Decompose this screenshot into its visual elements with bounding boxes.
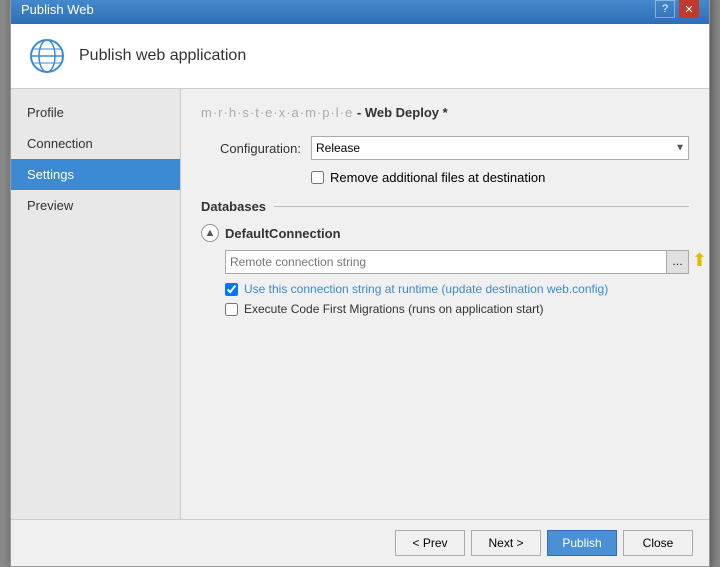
sidebar-item-profile[interactable]: Profile xyxy=(11,97,180,128)
header: Publish web application xyxy=(11,24,709,89)
sidebar-item-settings[interactable]: Settings xyxy=(11,159,180,190)
databases-title: Databases xyxy=(201,199,266,214)
configuration-select-wrapper: Release Debug ▼ xyxy=(311,136,689,160)
use-connection-string-row: Use this connection string at runtime (u… xyxy=(225,282,689,296)
configuration-row: Configuration: Release Debug ▼ xyxy=(201,136,689,160)
databases-divider xyxy=(274,206,689,207)
use-connection-string-label[interactable]: Use this connection string at runtime (u… xyxy=(244,282,608,296)
use-connection-string-checkbox[interactable] xyxy=(225,283,238,296)
title-bar: Publish Web ? ✕ xyxy=(11,0,709,24)
db-input-row: … ⬆ xyxy=(225,250,689,274)
publish-web-dialog: Publish Web ? ✕ Publish web application … xyxy=(10,0,710,567)
next-button[interactable]: Next > xyxy=(471,530,541,556)
remove-files-label[interactable]: Remove additional files at destination xyxy=(330,170,545,185)
remove-files-row: Remove additional files at destination xyxy=(311,170,689,185)
help-button[interactable]: ? xyxy=(655,0,675,18)
sidebar-item-preview[interactable]: Preview xyxy=(11,190,180,221)
window-close-button[interactable]: ✕ xyxy=(679,0,699,18)
footer: < Prev Next > Publish Close xyxy=(11,519,709,566)
prev-button[interactable]: < Prev xyxy=(395,530,465,556)
execute-migrations-row: Execute Code First Migrations (runs on a… xyxy=(225,302,689,316)
main-content: m·r·h·s·t·e·x·a·m·p·l·e - Web Deploy * C… xyxy=(181,89,709,519)
remove-files-checkbox[interactable] xyxy=(311,171,324,184)
sidebar: Profile Connection Settings Preview xyxy=(11,89,181,519)
deploy-title: m·r·h·s·t·e·x·a·m·p·l·e - Web Deploy * xyxy=(201,105,689,120)
browse-icon: … xyxy=(672,256,683,268)
globe-icon xyxy=(27,36,67,76)
window-controls: ? ✕ xyxy=(655,0,699,18)
sidebar-item-connection[interactable]: Connection xyxy=(11,128,180,159)
header-title: Publish web application xyxy=(79,47,246,65)
deploy-type: - Web Deploy * xyxy=(357,105,448,120)
cursor-indicator: ⬆ xyxy=(692,250,707,271)
collapse-button[interactable]: ▲ xyxy=(201,224,219,242)
databases-section-header: Databases xyxy=(201,199,689,214)
content-area: Profile Connection Settings Preview m·r·… xyxy=(11,89,709,519)
close-button[interactable]: Close xyxy=(623,530,693,556)
db-name-row: ▲ DefaultConnection xyxy=(201,224,689,242)
window-title: Publish Web xyxy=(21,2,94,17)
configuration-select[interactable]: Release Debug xyxy=(311,136,689,160)
connection-browse-button[interactable]: … xyxy=(667,250,689,274)
execute-migrations-checkbox[interactable] xyxy=(225,303,238,316)
db-connection-name: DefaultConnection xyxy=(225,226,341,241)
execute-migrations-label[interactable]: Execute Code First Migrations (runs on a… xyxy=(244,302,543,316)
publish-button[interactable]: Publish xyxy=(547,530,617,556)
db-section: ▲ DefaultConnection … ⬆ Use this connect… xyxy=(201,224,689,316)
connection-string-input[interactable] xyxy=(225,250,667,274)
deploy-name-blurred: m·r·h·s·t·e·x·a·m·p·l·e xyxy=(201,105,353,120)
configuration-label: Configuration: xyxy=(201,141,301,156)
